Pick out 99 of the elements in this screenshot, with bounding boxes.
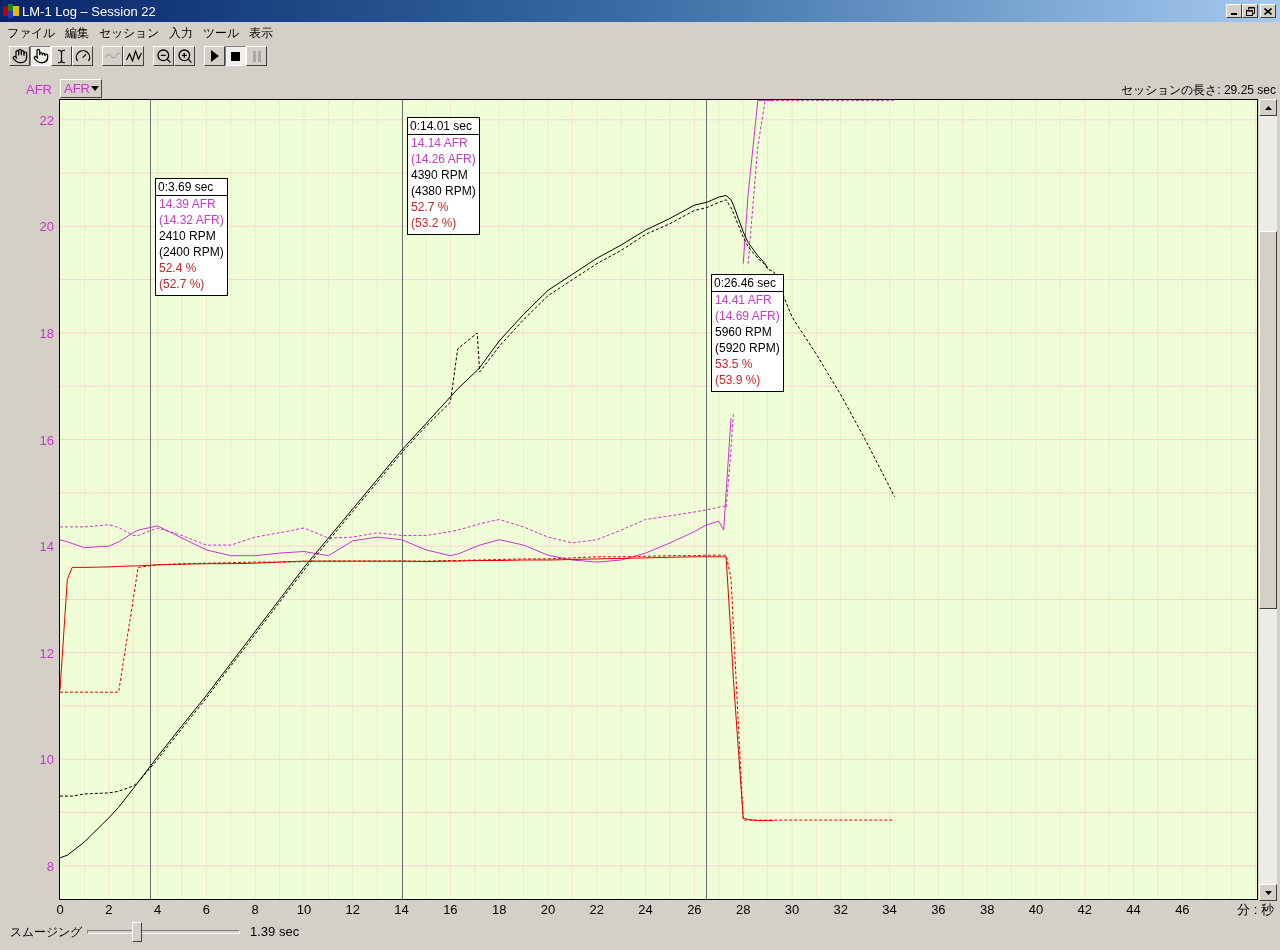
close-button[interactable] [1260,4,1276,18]
readout-value: (14.26 AFR) [411,151,476,167]
y-axis-tick-label: 10 [39,752,54,768]
x-axis-tick-label: 22 [589,902,604,917]
x-axis-tick-label: 26 [687,902,702,917]
x-axis-tick-label: 10 [296,902,312,917]
minimize-icon [1231,13,1237,15]
app-icon [3,4,19,18]
pause-icon [252,50,261,62]
x-axis-tick-label: 46 [1175,902,1190,917]
x-axis-tick-label: 40 [1028,902,1044,917]
zigzag-line-icon [125,50,142,62]
cursor-tool-button[interactable] [51,46,72,66]
window-title: LM-1 Log – Session 22 [22,4,156,18]
menu-item[interactable]: ツール [203,24,239,41]
readout-value: (53.2 %) [411,215,457,231]
x-axis-label: 分 : 秒 [1237,902,1274,917]
readout-value: 53.5 % [715,356,753,372]
restore-button[interactable] [1242,4,1258,18]
x-axis-tick-label: 16 [443,902,458,917]
y-axis-tick-label: 18 [39,325,54,341]
readout-time: 0:3.69 sec [156,179,227,196]
y-axis-tick-label: 8 [46,858,54,874]
x-axis-tick-label: 32 [833,902,848,917]
gauge-icon [74,48,91,64]
x-axis-tick-label: 8 [251,902,259,917]
scroll-up-button[interactable] [1259,99,1277,116]
readout-value: 5960 RPM [715,324,772,340]
slider-thumb[interactable] [131,922,142,942]
scrollbar-thumb[interactable] [1259,231,1277,609]
y-axis-label: AFR [26,81,52,100]
x-axis-tick-label: 34 [882,902,897,917]
x-axis-tick-label: 2 [105,902,113,917]
x-axis-tick-label: 38 [979,902,995,917]
x-axis-tick-label: 24 [638,902,653,917]
readout-value: 52.4 % [159,260,197,276]
readout-value: (5920 RPM) [715,340,780,356]
x-axis-tick-label: 42 [1077,902,1092,917]
y-axis-tick-label: 14 [39,539,54,555]
session-length: セッションの長さ: 29.25 sec [1121,82,1276,99]
x-axis-tick-label: 0 [56,902,64,917]
close-icon [1264,7,1272,15]
readout-value: (52.7 %) [159,276,205,292]
y-axis-tick-label: 20 [39,219,54,235]
menu-item[interactable]: 編集 [65,24,89,41]
readout-value: 14.39 AFR [159,196,216,212]
x-axis-tick-label: 36 [931,902,946,917]
menu-item[interactable]: セッション [99,24,159,41]
x-axis-tick-label: 44 [1126,902,1141,917]
minimize-button[interactable] [1226,4,1242,18]
readout-value: (14.69 AFR) [715,308,780,324]
x-axis-tick-label: 30 [784,902,800,917]
readout-value: (53.9 %) [715,372,761,388]
caret-icon [91,86,99,91]
smoothing-value: 1.39 sec [250,923,300,942]
hand-tool-button[interactable] [9,46,30,66]
readout-value: 2410 RPM [159,228,216,244]
x-axis-tick-label: 20 [540,902,556,917]
zoom-in-button[interactable] [174,46,195,66]
readout-value: (4380 RPM) [411,183,476,199]
x-axis-tick-label: 18 [491,902,507,917]
x-axis-tick-label: 14 [394,902,409,917]
x-axis-tick-label: 12 [345,902,360,917]
play-button[interactable] [204,46,225,66]
readout-value: (2400 RPM) [159,244,224,260]
readout-value: 14.41 AFR [715,292,772,308]
y-axis-tick-label: 12 [39,645,54,661]
vertical-scrollbar[interactable] [1259,99,1277,901]
x-axis-tick-label: 6 [202,902,210,917]
pointing-hand-icon [32,48,49,64]
readout-value: (14.32 AFR) [159,212,224,228]
readout-time: 0:26.46 sec [712,275,783,292]
x-axis-tick-label: 4 [154,902,162,917]
restore-icon [1245,6,1255,16]
menu-item[interactable]: 表示 [249,24,273,41]
raw-line-button[interactable] [123,46,144,66]
hand-icon [11,48,28,64]
zoom-out-button[interactable] [153,46,174,66]
up-arrow-icon [1264,105,1272,110]
play-icon [210,50,219,62]
x-axis-tick-label: 28 [735,902,751,917]
smoothing-label: スムージング [10,924,82,941]
stop-icon [231,51,240,61]
zoom-out-icon [155,48,172,64]
y-axis-tick-label: 22 [39,112,54,128]
pointer-tool-button[interactable] [30,46,51,66]
gauge-button[interactable] [72,46,93,66]
scroll-down-button[interactable] [1259,884,1277,901]
readout-value: 4390 RPM [411,167,468,183]
readout-value: 14.14 AFR [411,135,468,151]
y-axis-tick-label: 16 [39,432,54,448]
down-arrow-icon [1264,890,1272,895]
stop-button[interactable] [225,46,246,66]
readout-time: 0:14.01 sec [408,118,479,135]
menu-item[interactable]: 入力 [169,24,193,41]
readout-value: 52.7 % [411,199,449,215]
menu-item[interactable]: ファイル [7,24,55,41]
zoom-in-icon [176,48,193,64]
wave-line-icon [104,52,121,60]
